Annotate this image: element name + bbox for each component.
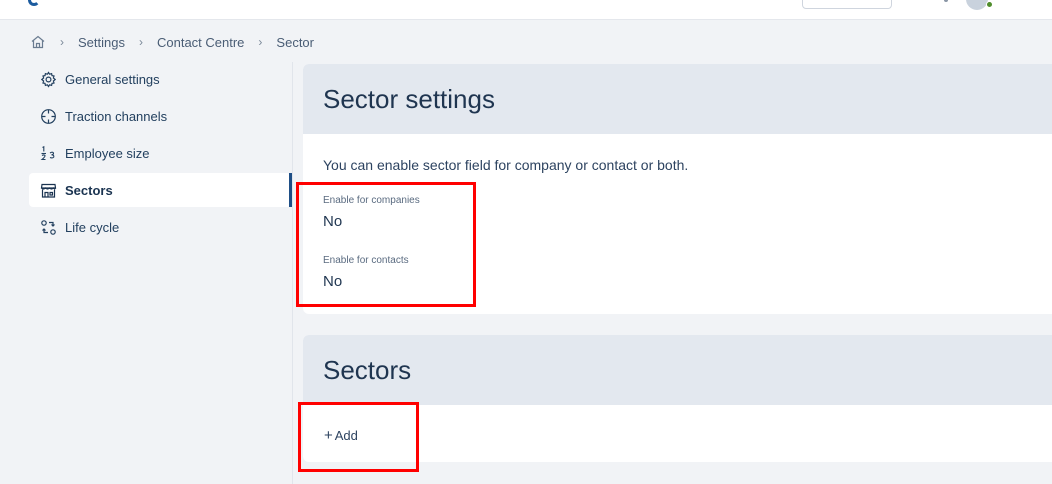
fraction-icon (39, 144, 57, 162)
chevron-right-icon: › (258, 35, 263, 49)
sidebar-item-label: Traction channels (65, 108, 168, 124)
chevron-right-icon: › (60, 35, 64, 49)
sector-settings-description: You can enable sector field for company … (323, 157, 689, 173)
sidebar-item-label: Life cycle (65, 219, 120, 235)
gear-icon (39, 70, 57, 88)
top-bar (0, 0, 1052, 20)
notification-icon[interactable] (944, 0, 948, 2)
sectors-title: Sectors (303, 335, 1052, 405)
highlight-box-settings (296, 182, 476, 307)
breadcrumb: › Settings › Contact Centre › Sector (30, 32, 324, 52)
avatar[interactable] (966, 0, 988, 10)
top-action-button[interactable] (802, 0, 892, 9)
breadcrumb-contact-centre[interactable]: Contact Centre (157, 35, 244, 50)
chevron-right-icon: › (138, 35, 143, 49)
breadcrumb-settings[interactable]: Settings (78, 35, 125, 50)
app-logo[interactable] (28, 0, 40, 6)
sector-settings-title: Sector settings (303, 64, 1052, 134)
home-icon[interactable] (30, 34, 46, 50)
sidebar-divider (292, 62, 293, 484)
sidebar-item-traction-channels[interactable]: Traction channels (29, 99, 291, 133)
online-status-badge (986, 1, 993, 8)
sidebar-item-label: General settings (65, 71, 160, 87)
cycle-icon (39, 218, 57, 236)
breadcrumb-sector: Sector (276, 34, 314, 50)
sidebar-item-label: Sectors (65, 182, 113, 198)
settings-sidebar: General settings Traction channels Emplo… (29, 62, 292, 247)
sidebar-item-employee-size[interactable]: Employee size (29, 136, 291, 170)
sidebar-item-life-cycle[interactable]: Life cycle (29, 210, 291, 244)
sidebar-item-sectors[interactable]: Sectors (29, 173, 292, 207)
highlight-box-add (298, 402, 419, 472)
crosshair-icon (39, 107, 57, 125)
storefront-icon (39, 181, 57, 199)
sidebar-item-label: Employee size (65, 145, 150, 161)
sidebar-item-general-settings[interactable]: General settings (29, 62, 291, 96)
